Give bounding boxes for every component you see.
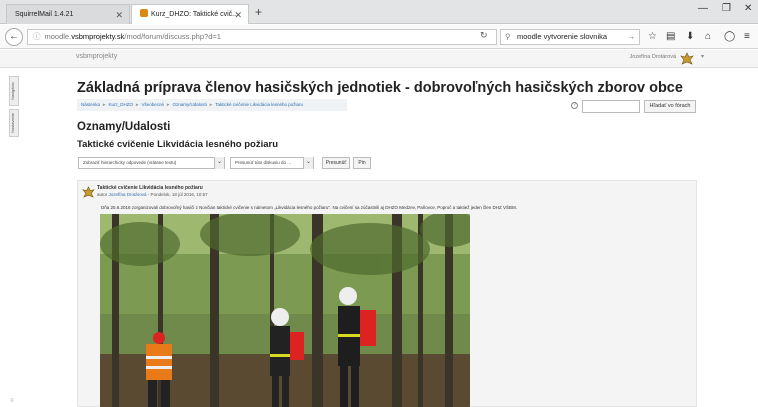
chevron-down-icon: ⌄: [303, 157, 313, 169]
breadcrumb-item[interactable]: Kurz_DHZO: [108, 102, 133, 107]
tab-moodle-active[interactable]: Kurz_DHZO: Taktické cvič... ✕: [131, 4, 249, 24]
menu-icon[interactable]: ≡: [744, 31, 750, 43]
forum-search-input[interactable]: [582, 100, 640, 113]
navigation-block-tab[interactable]: Navigácia: [9, 76, 19, 106]
breadcrumb: Nástenka ► Kurz_DHZO ► Všeobecné ► Oznamy/Udal…: [77, 99, 347, 111]
home-icon[interactable]: ⌂: [705, 31, 711, 43]
tab-title: Kurz_DHZO: Taktické cvič...: [151, 11, 239, 18]
post-body: Dňa 25.6.2016 zorganizovali dobrovoľný h…: [101, 205, 518, 210]
pocket-icon[interactable]: ◯: [724, 31, 735, 43]
close-tab-icon[interactable]: ✕: [234, 5, 242, 25]
user-name[interactable]: Jozefína Drotárová: [630, 54, 676, 60]
breadcrumb-item[interactable]: Nástenka: [81, 102, 100, 107]
maximize-icon[interactable]: ❐: [722, 3, 731, 14]
moodle-favicon-icon: [140, 9, 148, 17]
forum-name: Oznamy/Udalosti: [77, 121, 171, 133]
site-name-link[interactable]: vsbmprojekty: [76, 53, 117, 60]
url-bar[interactable]: ⓘ moodle.vsbmprojekty.sk/mod/forum/discus…: [27, 29, 497, 45]
browser-search-input[interactable]: ⚲ moodle vytvorenie slovnika →: [500, 29, 640, 45]
browser-nav-bar: ← ⓘ moodle.vsbmprojekty.sk/mod/forum/disc…: [0, 25, 758, 49]
info-icon[interactable]: ⓘ: [33, 32, 41, 41]
breadcrumb-item[interactable]: Taktické cvičenie Likvidácia lesného pož…: [215, 102, 303, 107]
author-avatar-icon[interactable]: [82, 186, 95, 198]
forum-search-button[interactable]: Hľadať vo fórach: [644, 100, 696, 113]
user-menu-caret-icon[interactable]: ▾: [701, 53, 704, 60]
post-author-link[interactable]: Jozefína Drotárová: [109, 192, 147, 197]
display-mode-select[interactable]: Zobraziť hierarchicky odpovede (vrátane …: [78, 157, 225, 169]
minimize-icon[interactable]: —: [698, 3, 708, 14]
administration-block-tab[interactable]: Nastavenie: [9, 109, 19, 137]
pin-button[interactable]: Pin: [353, 157, 371, 169]
scroll-indicator: ≡: [10, 398, 14, 404]
user-avatar-icon[interactable]: [680, 52, 694, 65]
new-tab-icon[interactable]: +: [255, 4, 262, 20]
post-author-line: autor Jozefína Drotárová - Pondelok, 18 …: [97, 192, 208, 197]
page-title: Základná príprava členov hasičských jedn…: [77, 80, 683, 96]
move-discussion-select[interactable]: Presunúť túto diskusiu do ... ⌄: [230, 157, 314, 169]
download-icon[interactable]: ⬇: [686, 31, 694, 43]
search-icon: ⚲: [505, 32, 511, 41]
reading-list-icon[interactable]: ▤: [666, 31, 675, 43]
back-arrow-icon[interactable]: ←: [5, 28, 23, 46]
help-icon[interactable]: ?: [571, 102, 578, 109]
window-close-icon[interactable]: ✕: [744, 3, 752, 14]
post-subject: Taktické cvičenie Likvidácia lesného pož…: [97, 185, 203, 191]
moodle-header: vsbmprojekty Jozefína Drotárová ▾: [0, 50, 758, 68]
post-photo-firefighters-in-forest: [100, 214, 470, 407]
bookmark-star-icon[interactable]: ☆: [648, 31, 657, 43]
discussion-title: Taktické cvičenie Likvidácia lesného pož…: [77, 139, 278, 150]
chevron-down-icon: ⌄: [214, 157, 224, 169]
tab-title: SquirrelMail 1.4.21: [15, 11, 74, 18]
search-go-arrow-icon[interactable]: →: [628, 30, 636, 44]
move-button[interactable]: Presunúť: [322, 157, 350, 169]
tab-squirrelmail[interactable]: SquirrelMail 1.4.21 ✕: [6, 4, 130, 24]
browser-tab-bar: SquirrelMail 1.4.21 ✕ Kurz_DHZO: Taktick…: [0, 0, 758, 24]
breadcrumb-item[interactable]: Oznamy/Udalosti: [172, 102, 206, 107]
reload-icon[interactable]: ↻: [480, 30, 488, 41]
breadcrumb-item[interactable]: Všeobecné: [141, 102, 164, 107]
close-tab-icon[interactable]: ✕: [115, 5, 123, 25]
